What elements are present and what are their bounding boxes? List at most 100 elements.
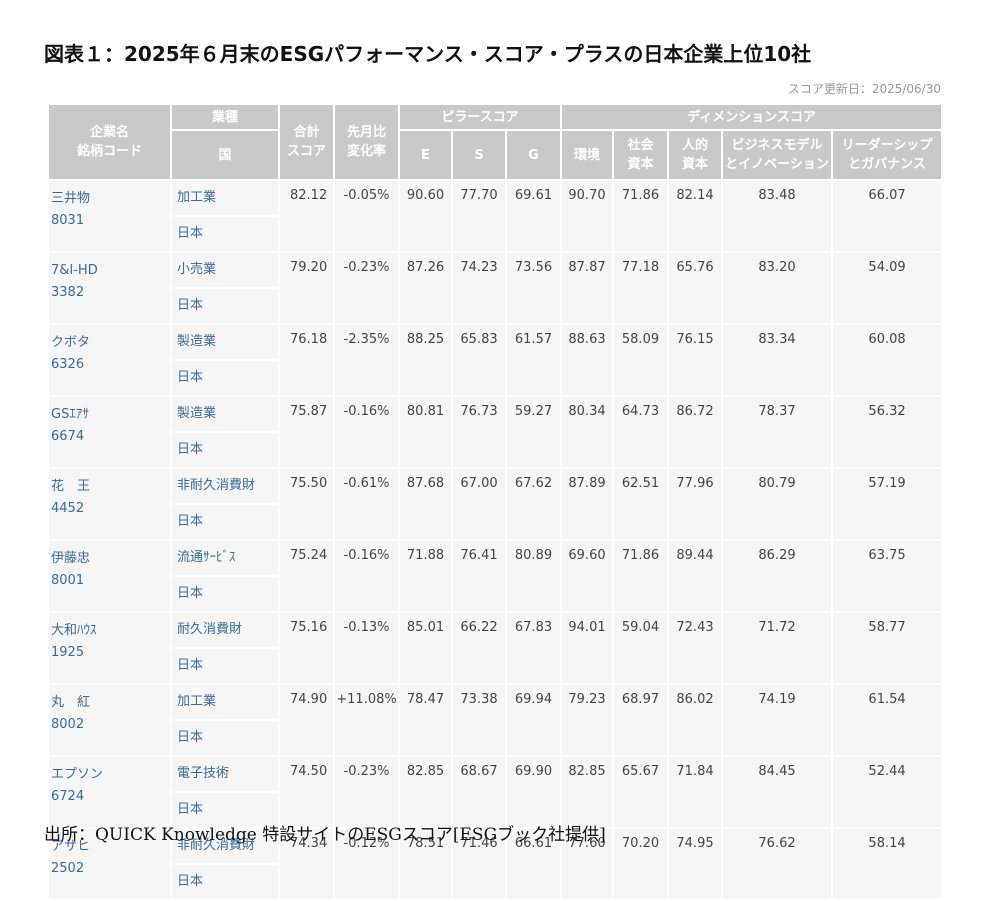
monthly-change: -0.05% [333,179,400,253]
header-total-line1: 合計 [293,125,320,140]
ticker-code-link[interactable]: 6326 [51,354,170,376]
environment-score: 87.87 [560,251,614,325]
table-body: 三井物 8031 加工業 82.12 -0.05% 90.60 77.70 69.61 90.7… [47,179,944,901]
table-row: 三井物 8031 加工業 82.12 -0.05% 90.60 77.70 69.61 90.7… [47,179,944,253]
company-name-link[interactable]: GSｴｱｻ [51,404,170,426]
header-e: E [398,129,453,181]
country-cell: 日本 [170,503,280,541]
table-row: GSｴｱｻ 6674 製造業 75.87 -0.16% 80.81 76.73 59.27 80… [47,395,944,469]
header-biz-line1: ビジネスモデル [731,138,823,153]
monthly-change: -0.13% [333,611,400,685]
monthly-change: -0.16% [333,539,400,613]
business-model-score: 78.37 [721,395,833,469]
e-score: 78.47 [398,683,453,757]
social-capital-score: 62.51 [612,467,669,541]
company-cell: 大和ﾊｳｽ 1925 [47,611,172,685]
s-score: 76.41 [451,539,507,613]
header-country: 国 [170,129,280,181]
sector-link[interactable]: 耐久消費財 [170,611,280,649]
ticker-code-link[interactable]: 1925 [51,642,170,664]
human-capital-score: 65.76 [667,251,723,325]
sector-link[interactable]: 加工業 [170,683,280,721]
leadership-score: 58.77 [830,611,944,685]
business-model-score: 83.48 [721,179,833,253]
header-company-name: 企業名 [89,125,129,140]
business-model-score: 84.45 [721,755,833,829]
human-capital-score: 82.14 [667,179,723,253]
environment-score: 90.70 [560,179,614,253]
country-cell: 日本 [170,359,280,397]
s-score: 76.73 [451,395,507,469]
social-capital-score: 65.67 [612,755,669,829]
e-score: 82.85 [398,755,453,829]
social-capital-score: 64.73 [612,395,669,469]
leadership-score: 52.44 [830,755,944,829]
header-total-score: 合計 スコア [278,103,335,181]
page-title: 図表１：2025年６月末のESGパフォーマンス・スコア・プラスの日本企業上位10… [44,42,812,66]
company-name-link[interactable]: 7&I-HD [51,260,170,282]
ticker-code-link[interactable]: 3382 [51,282,170,304]
sector-link[interactable]: 製造業 [170,323,280,361]
company-name-link[interactable]: 花 王 [51,476,170,498]
leadership-score: 61.54 [830,683,944,757]
g-score: 59.27 [505,395,562,469]
human-capital-score: 77.96 [667,467,723,541]
table-row: 伊藤忠 8001 流通ｻｰﾋﾞｽ 75.24 -0.16% 71.88 76.41 80.89… [47,539,944,613]
company-name-link[interactable]: エプソン [51,764,170,786]
total-score: 75.16 [278,611,335,685]
header-business-model: ビジネスモデル とイノベーション [721,129,833,181]
e-score: 87.68 [398,467,453,541]
company-cell: 三井物 8031 [47,179,172,253]
total-score: 75.24 [278,539,335,613]
social-capital-score: 70.20 [612,827,669,901]
sector-link[interactable]: 製造業 [170,395,280,433]
business-model-score: 74.19 [721,683,833,757]
ticker-code-link[interactable]: 2502 [51,858,170,880]
sector-link[interactable]: 加工業 [170,179,280,217]
header-leadership: リーダーシップ とガバナンス [830,129,944,181]
header-biz-line2: とイノベーション [725,157,829,172]
total-score: 79.20 [278,251,335,325]
ticker-code-link[interactable]: 4452 [51,498,170,520]
environment-score: 69.60 [560,539,614,613]
company-name-link[interactable]: 大和ﾊｳｽ [51,620,170,642]
environment-score: 82.85 [560,755,614,829]
sector-link[interactable]: 電子技術 [170,755,280,793]
ticker-code-link[interactable]: 8031 [51,210,170,232]
header-human-capital: 人的 資本 [667,129,723,181]
e-score: 87.26 [398,251,453,325]
table-row: 丸 紅 8002 加工業 74.90 +11.08% 78.47 73.38 69.94 79.… [47,683,944,757]
sector-link[interactable]: 小売業 [170,251,280,289]
sector-link[interactable]: 流通ｻｰﾋﾞｽ [170,539,280,577]
country-cell: 日本 [170,575,280,613]
e-score: 71.88 [398,539,453,613]
ticker-code-link[interactable]: 6674 [51,426,170,448]
human-capital-score: 89.44 [667,539,723,613]
table-row: クボタ 6326 製造業 76.18 -2.35% 88.25 65.83 61.57 88.6… [47,323,944,397]
ticker-code-link[interactable]: 8002 [51,714,170,736]
s-score: 65.83 [451,323,507,397]
company-cell: 7&I-HD 3382 [47,251,172,325]
g-score: 61.57 [505,323,562,397]
company-cell: 丸 紅 8002 [47,683,172,757]
country-cell: 日本 [170,863,280,901]
s-score: 67.00 [451,467,507,541]
sector-link[interactable]: 非耐久消費財 [170,467,280,505]
company-name-link[interactable]: 三井物 [51,188,170,210]
social-capital-score: 77.18 [612,251,669,325]
esg-ranking-table: 企業名 銘柄コード 業種 合計 スコア 先月比 変化率 ピラースコア ディメンシ… [47,103,944,901]
company-name-link[interactable]: 丸 紅 [51,692,170,714]
total-score: 75.50 [278,467,335,541]
header-ticker-code: 銘柄コード [76,144,142,159]
table-row: 花 王 4452 非耐久消費財 75.50 -0.61% 87.68 67.00 67.62 8… [47,467,944,541]
ticker-code-link[interactable]: 8001 [51,570,170,592]
company-name-link[interactable]: 伊藤忠 [51,548,170,570]
leadership-score: 60.08 [830,323,944,397]
social-capital-score: 71.86 [612,179,669,253]
company-cell: GSｴｱｻ 6674 [47,395,172,469]
human-capital-score: 72.43 [667,611,723,685]
company-name-link[interactable]: クボタ [51,332,170,354]
leadership-score: 66.07 [830,179,944,253]
ticker-code-link[interactable]: 6724 [51,786,170,808]
company-cell: 花 王 4452 [47,467,172,541]
